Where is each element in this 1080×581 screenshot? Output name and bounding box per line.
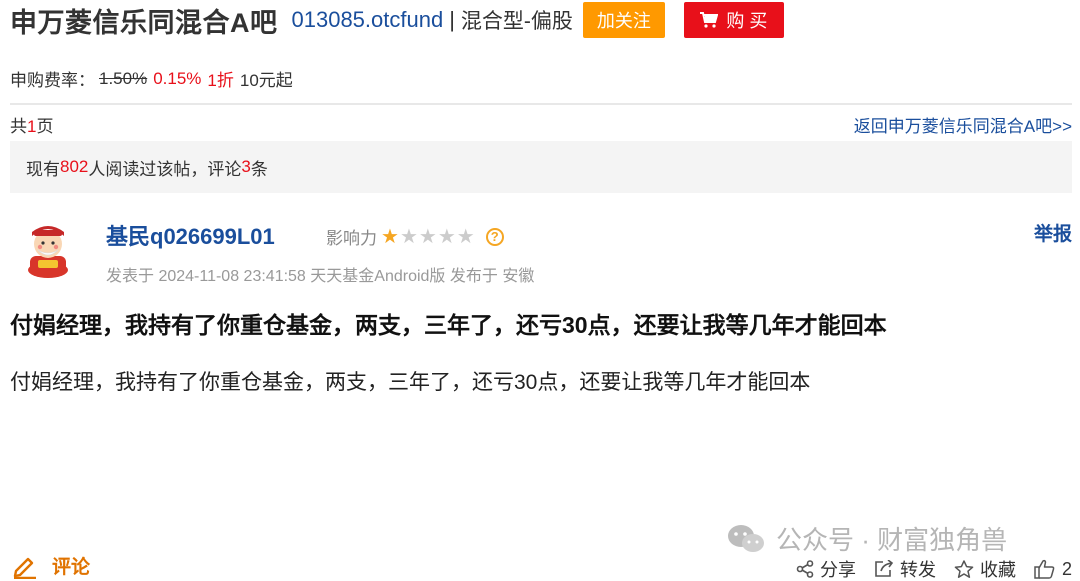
forward-icon <box>875 560 894 577</box>
stats-suffix: 条 <box>250 159 268 179</box>
influence-label: 影响力 <box>326 229 377 248</box>
star-empty-icon: ★ <box>399 226 419 248</box>
comment-count: 3 <box>241 157 251 176</box>
watermark-text: 公众号 · 财富独角兽 <box>776 525 1008 555</box>
post-meta: 发表于 2024-11-08 23:41:58 天天基金Android版 发布于… <box>106 268 535 285</box>
star-empty-icon: ★ <box>437 226 457 248</box>
star-empty-icon: ★ <box>418 226 438 248</box>
share-icon <box>796 560 814 578</box>
star-outline-icon <box>954 559 974 578</box>
wechat-icon <box>728 524 764 552</box>
buy-label: 购 买 <box>726 11 768 31</box>
share-button[interactable]: 分享 <box>796 556 856 581</box>
cart-icon <box>700 12 719 28</box>
favorite-label: 收藏 <box>979 560 1016 580</box>
follow-button[interactable]: 加关注 <box>582 2 665 38</box>
forward-button[interactable]: 转发 <box>874 556 936 581</box>
bar-title[interactable]: 申万菱信乐同混合A吧 <box>10 1 278 40</box>
fund-code-link[interactable]: 013085.otcfund <box>292 7 444 33</box>
post-body: 付娟经理，我持有了你重仓基金，两支，三年了，还亏30点，还要让我等几年才能回本 <box>10 371 811 394</box>
comment-label: 评论 <box>52 557 91 578</box>
share-label: 分享 <box>819 560 856 580</box>
reader-count: 802 <box>60 157 89 176</box>
star-empty-icon: ★ <box>456 226 476 248</box>
favorite-button[interactable]: 收藏 <box>954 556 1016 581</box>
fee-minimum: 10元起 <box>239 71 293 90</box>
fee-discount: 1折 <box>207 71 234 90</box>
buy-button[interactable]: 购 买 <box>683 2 784 38</box>
pencil-icon <box>13 557 36 579</box>
stats-middle: 人阅读过该帖，评论 <box>88 159 242 179</box>
post-actions: 分享 转发 收藏 2 <box>778 556 1072 581</box>
fund-type: 混合型-偏股 <box>460 10 573 33</box>
watermark: 公众号 · 财富独角兽 <box>726 520 1007 557</box>
like-button[interactable]: 2 <box>1034 559 1072 580</box>
stats-prefix: 现有 <box>26 159 60 179</box>
influence-rating: 影响力 ★★★★★ ? <box>326 224 504 249</box>
forward-label: 转发 <box>899 560 936 580</box>
thumbs-up-icon <box>1034 559 1055 579</box>
divider <box>10 103 1072 105</box>
page-count: 共1页 <box>10 112 53 137</box>
back-to-bar-link[interactable]: 返回申万菱信乐同混合A吧>> <box>854 112 1072 137</box>
influence-stars: ★★★★★ <box>381 224 476 249</box>
page-count-prefix: 共 <box>10 117 27 136</box>
page-count-suffix: 页 <box>36 117 54 136</box>
report-button[interactable]: 举报 <box>1034 219 1072 246</box>
username[interactable]: 基民q026699L01 <box>106 219 275 251</box>
fee-label: 申购费率： <box>10 71 95 90</box>
help-icon[interactable]: ? <box>485 227 504 246</box>
post-title: 付娟经理，我持有了你重仓基金，两支，三年了，还亏30点，还要让我等几年才能回本 <box>10 312 887 338</box>
comment-button[interactable]: 评论 <box>12 552 90 579</box>
like-count: 2 <box>1061 558 1072 579</box>
fee-original-rate: 1.50% <box>99 68 148 88</box>
bar-header: 申万菱信乐同混合A吧 013085.otcfund | 混合型-偏股 加关注 购… <box>10 0 784 40</box>
fee-row: 申购费率： 1.50% 0.15% 1折 10元起 <box>10 66 293 91</box>
star-filled-icon: ★ <box>381 226 400 248</box>
read-stats: 现有 802 人阅读过该帖，评论 3 条 <box>10 141 1072 193</box>
avatar[interactable] <box>20 220 76 278</box>
fee-current-rate: 0.15% <box>153 68 202 88</box>
separator: | <box>449 7 455 32</box>
